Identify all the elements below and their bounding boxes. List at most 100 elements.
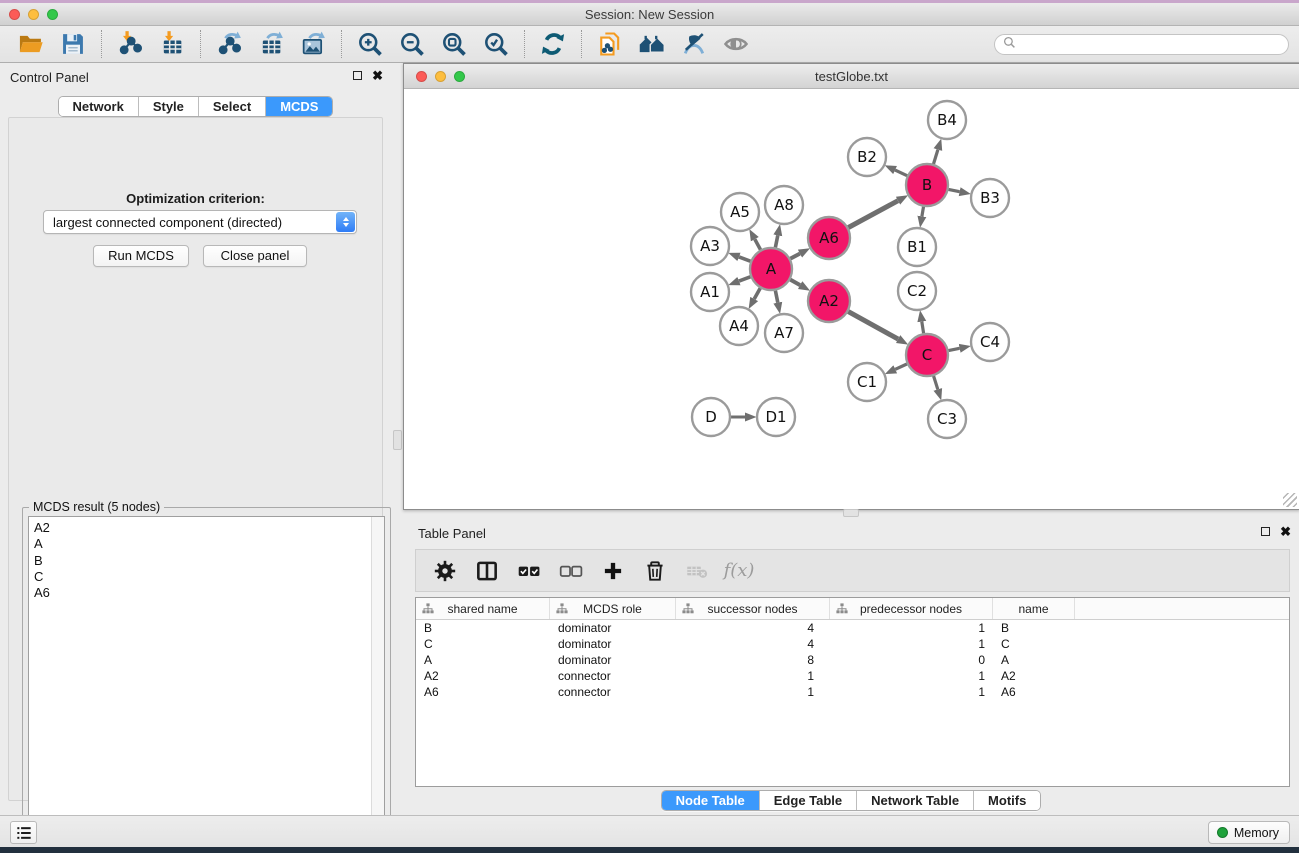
node-A3[interactable]: A3 bbox=[691, 227, 729, 265]
select-all-button[interactable] bbox=[510, 554, 548, 588]
cell-shared-name[interactable]: C bbox=[416, 636, 550, 652]
edge-B-B3[interactable] bbox=[949, 189, 960, 191]
edge-A2-C[interactable] bbox=[848, 312, 898, 340]
node-C1[interactable]: C1 bbox=[848, 363, 886, 401]
edge-C-C2[interactable] bbox=[922, 322, 924, 334]
cell-successor-nodes[interactable]: 1 bbox=[676, 668, 830, 684]
edge-A-A3[interactable] bbox=[739, 257, 750, 261]
node-A5[interactable]: A5 bbox=[721, 193, 759, 231]
cell-name[interactable]: A2 bbox=[993, 668, 1075, 684]
delete-column-button[interactable] bbox=[636, 554, 674, 588]
result-item[interactable]: A bbox=[29, 536, 384, 552]
horizontal-splitter-grip[interactable] bbox=[843, 509, 859, 517]
zoom-in-button[interactable] bbox=[349, 29, 391, 60]
cell-predecessor-nodes[interactable]: 1 bbox=[830, 684, 993, 700]
zoom-out-button[interactable] bbox=[391, 29, 433, 60]
node-B2[interactable]: B2 bbox=[848, 138, 886, 176]
criterion-select[interactable]: largest connected component (directed) bbox=[43, 210, 357, 234]
open-button[interactable] bbox=[10, 29, 52, 60]
cell-name[interactable]: A bbox=[993, 652, 1075, 668]
deselect-all-button[interactable] bbox=[552, 554, 590, 588]
column-header-MCDS-role[interactable]: MCDS role bbox=[550, 598, 676, 619]
column-header-shared-name[interactable]: shared name bbox=[416, 598, 550, 619]
import-network-button[interactable] bbox=[109, 29, 151, 60]
edge-C-C1[interactable] bbox=[895, 364, 907, 369]
network-canvas[interactable]: B4B2BB3A8A5A6A3B1AA1C2A2A4A7C4CC1C3DD1 bbox=[404, 89, 1299, 509]
cell-name[interactable]: B bbox=[993, 620, 1075, 636]
home-button[interactable] bbox=[631, 29, 673, 60]
cell-MCDS-role[interactable]: dominator bbox=[550, 636, 676, 652]
edge-A-A1[interactable] bbox=[739, 277, 750, 281]
table-tab-edge-table[interactable]: Edge Table bbox=[759, 791, 856, 810]
cell-predecessor-nodes[interactable]: 1 bbox=[830, 668, 993, 684]
export-table-button[interactable] bbox=[250, 29, 292, 60]
tab-select[interactable]: Select bbox=[198, 97, 265, 116]
node-B[interactable]: B bbox=[906, 164, 948, 206]
cell-name[interactable]: A6 bbox=[993, 684, 1075, 700]
close-panel-button[interactable]: Close panel bbox=[203, 245, 307, 267]
result-list-scrollbar[interactable] bbox=[371, 517, 384, 848]
node-A4[interactable]: A4 bbox=[720, 307, 758, 345]
edge-B-B1[interactable] bbox=[922, 207, 924, 217]
search-input[interactable] bbox=[1021, 37, 1280, 51]
table-row-A6[interactable]: A6connector11A6 bbox=[416, 684, 1289, 700]
edge-B-B2[interactable] bbox=[895, 170, 907, 176]
task-history-button[interactable] bbox=[10, 821, 37, 844]
cell-successor-nodes[interactable]: 4 bbox=[676, 620, 830, 636]
table-tab-node-table[interactable]: Node Table bbox=[662, 791, 759, 810]
zoom-fit-button[interactable] bbox=[433, 29, 475, 60]
toggle-graphics-details-button[interactable] bbox=[673, 29, 715, 60]
cell-MCDS-role[interactable]: dominator bbox=[550, 652, 676, 668]
column-header-name[interactable]: name bbox=[993, 598, 1075, 619]
import-table-button[interactable] bbox=[151, 29, 193, 60]
clone-network-button[interactable] bbox=[589, 29, 631, 60]
show-details-eye-button[interactable] bbox=[715, 29, 757, 60]
export-network-button[interactable] bbox=[208, 29, 250, 60]
cell-name[interactable]: C bbox=[993, 636, 1075, 652]
table-row-B[interactable]: Bdominator41B bbox=[416, 620, 1289, 636]
edge-C-C4[interactable] bbox=[949, 348, 960, 350]
memory-button[interactable]: Memory bbox=[1208, 821, 1290, 844]
close-table-panel-icon[interactable]: ✖ bbox=[1280, 526, 1291, 537]
float-panel-icon[interactable] bbox=[353, 71, 362, 80]
node-A1[interactable]: A1 bbox=[691, 273, 729, 311]
result-item[interactable]: A6 bbox=[29, 585, 384, 601]
result-item[interactable]: B bbox=[29, 553, 384, 569]
node-A6[interactable]: A6 bbox=[808, 217, 850, 259]
edge-B-B4[interactable] bbox=[934, 150, 938, 164]
cell-successor-nodes[interactable]: 4 bbox=[676, 636, 830, 652]
node-C2[interactable]: C2 bbox=[898, 272, 936, 310]
table-row-A2[interactable]: A2connector11A2 bbox=[416, 668, 1289, 684]
mcds-result-list[interactable]: A2ABCA6 bbox=[28, 516, 385, 849]
edge-A-A2[interactable] bbox=[790, 280, 800, 286]
cell-shared-name[interactable]: A bbox=[416, 652, 550, 668]
node-C[interactable]: C bbox=[906, 334, 948, 376]
save-button[interactable] bbox=[52, 29, 94, 60]
cell-shared-name[interactable]: A2 bbox=[416, 668, 550, 684]
float-table-panel-icon[interactable] bbox=[1261, 527, 1270, 536]
node-D1[interactable]: D1 bbox=[757, 398, 795, 436]
window-resize-grip[interactable] bbox=[1283, 493, 1297, 507]
split-view-button[interactable] bbox=[468, 554, 506, 588]
node-C3[interactable]: C3 bbox=[928, 400, 966, 438]
table-tab-network-table[interactable]: Network Table bbox=[856, 791, 973, 810]
tab-mcds[interactable]: MCDS bbox=[265, 97, 332, 116]
cell-shared-name[interactable]: A6 bbox=[416, 684, 550, 700]
table-row-C[interactable]: Cdominator41C bbox=[416, 636, 1289, 652]
table-row-A[interactable]: Adominator80A bbox=[416, 652, 1289, 668]
column-header-successor-nodes[interactable]: successor nodes bbox=[676, 598, 830, 619]
add-column-button[interactable] bbox=[594, 554, 632, 588]
node-B4[interactable]: B4 bbox=[928, 101, 966, 139]
zoom-selected-button[interactable] bbox=[475, 29, 517, 60]
node-B3[interactable]: B3 bbox=[971, 179, 1009, 217]
close-panel-icon[interactable]: ✖ bbox=[372, 70, 383, 81]
cell-MCDS-role[interactable]: connector bbox=[550, 684, 676, 700]
node-D[interactable]: D bbox=[692, 398, 730, 436]
cell-MCDS-role[interactable]: connector bbox=[550, 668, 676, 684]
node-A[interactable]: A bbox=[750, 248, 792, 290]
edge-A-A5[interactable] bbox=[755, 239, 761, 250]
table-tab-motifs[interactable]: Motifs bbox=[973, 791, 1040, 810]
cell-predecessor-nodes[interactable]: 1 bbox=[830, 636, 993, 652]
refresh-layout-button[interactable] bbox=[532, 29, 574, 60]
settings-button[interactable] bbox=[426, 554, 464, 588]
